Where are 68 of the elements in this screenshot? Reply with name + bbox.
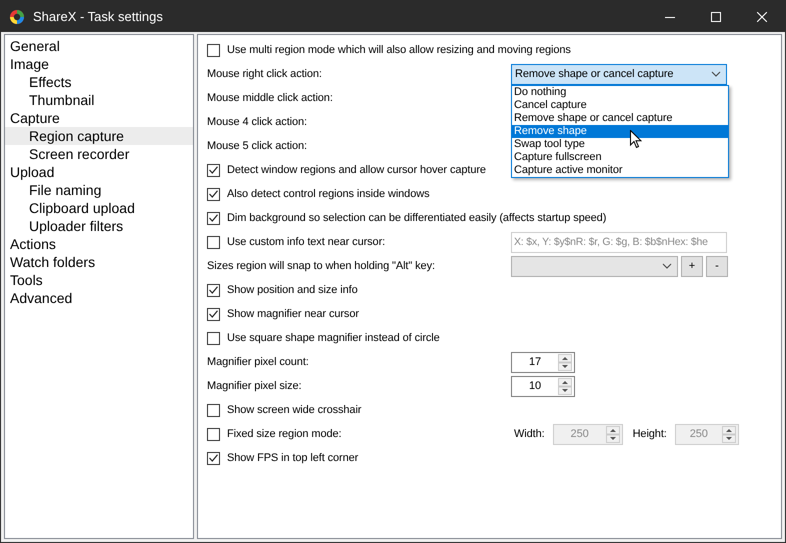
- setting-label: Mouse middle click action:: [207, 92, 333, 104]
- spinner-arrows-icon[interactable]: [722, 426, 736, 442]
- number-spinner[interactable]: 10: [511, 376, 575, 396]
- checkbox[interactable]: [207, 236, 220, 248]
- sidebar-item[interactable]: File naming: [5, 181, 193, 199]
- checkbox[interactable]: [207, 284, 220, 296]
- checkbox-label[interactable]: Show FPS in top left corner: [227, 452, 358, 464]
- sidebar-item[interactable]: Uploader filters: [5, 217, 193, 235]
- sidebar-item[interactable]: Upload: [5, 163, 193, 181]
- sidebar-item[interactable]: Effects: [5, 73, 193, 91]
- dropdown-option[interactable]: Remove shape: [512, 124, 728, 138]
- checkbox[interactable]: [207, 212, 220, 224]
- dropdown-option[interactable]: Do nothing: [512, 86, 728, 98]
- checkbox-label[interactable]: Fixed size region mode:: [227, 428, 342, 440]
- remove-button[interactable]: -: [706, 256, 728, 276]
- checkbox[interactable]: [207, 332, 220, 344]
- checkbox[interactable]: [207, 188, 220, 200]
- setting-label: Magnifier pixel size:: [207, 380, 302, 392]
- checkbox[interactable]: [207, 44, 220, 56]
- sidebar-item[interactable]: Tools: [5, 271, 193, 289]
- app-logo-icon: [9, 8, 25, 24]
- chevron-down-icon[interactable]: [662, 263, 672, 269]
- sidebar-item[interactable]: Capture: [5, 109, 193, 127]
- sidebar-item[interactable]: Watch folders: [5, 253, 193, 271]
- checkbox[interactable]: [207, 308, 220, 320]
- dropdown-option[interactable]: Cancel capture: [512, 98, 728, 112]
- sidebar-item[interactable]: Clipboard upload: [5, 199, 193, 217]
- checkbox-label[interactable]: Show position and size info: [227, 284, 358, 296]
- setting-label: Magnifier pixel count:: [207, 356, 309, 368]
- width-label: Width:: [514, 428, 545, 440]
- spinner-arrows-icon[interactable]: [558, 354, 572, 370]
- window-title: ShareX - Task settings: [33, 9, 164, 24]
- checkbox[interactable]: [207, 452, 220, 464]
- setting-label: Sizes region will snap to when holding "Alt" key:: [207, 260, 435, 272]
- setting-label: Mouse 4 click action:: [207, 116, 307, 128]
- checkbox[interactable]: [207, 428, 220, 440]
- maximize-icon: [711, 12, 721, 22]
- height-label: Height:: [632, 428, 667, 440]
- checkbox[interactable]: [207, 164, 220, 176]
- spinner-arrows-icon[interactable]: [558, 378, 572, 394]
- add-button[interactable]: +: [681, 256, 703, 276]
- dropdown-option[interactable]: Capture active monitor: [512, 164, 728, 176]
- sidebar-item[interactable]: Screen recorder: [5, 145, 193, 163]
- sidebar-item[interactable]: Advanced: [5, 289, 193, 307]
- sidebar-item[interactable]: Region capture: [5, 127, 193, 145]
- setting-label: Mouse 5 click action:: [207, 140, 307, 152]
- sidebar-item[interactable]: Actions: [5, 235, 193, 253]
- number-spinner[interactable]: 17: [511, 352, 575, 372]
- checkbox-label[interactable]: Detect window regions and allow cursor hover capture: [227, 164, 486, 176]
- sidebar-item[interactable]: Thumbnail: [5, 91, 193, 109]
- mouse-cursor-icon: [630, 130, 642, 149]
- checkbox-label[interactable]: Show magnifier near cursor: [227, 308, 359, 320]
- setting-label: Mouse right click action:: [207, 68, 322, 80]
- checkbox-label[interactable]: Use square shape magnifier instead of circle: [227, 332, 440, 344]
- spinner-arrows-icon[interactable]: [606, 426, 620, 442]
- dropdown-option[interactable]: Remove shape or cancel capture: [512, 112, 728, 124]
- sidebar-item[interactable]: General: [5, 37, 193, 55]
- checkbox-label[interactable]: Use multi region mode which will also allow resizing and moving regions: [227, 44, 571, 56]
- close-icon: [757, 12, 767, 22]
- sidebar-item[interactable]: Image: [5, 55, 193, 73]
- checkbox-label[interactable]: Use custom info text near cursor:: [227, 236, 386, 248]
- checkbox-label[interactable]: Dim background so selection can be differentiated easily (affects startup speed): [227, 212, 606, 224]
- dropdown-option[interactable]: Swap tool type: [512, 138, 728, 150]
- checkbox[interactable]: [207, 404, 220, 416]
- checkbox-label[interactable]: Also detect control regions inside windows: [227, 188, 430, 200]
- checkbox-label[interactable]: Show screen wide crosshair: [227, 404, 362, 416]
- dropdown-option[interactable]: Capture fullscreen: [512, 150, 728, 164]
- chevron-down-icon[interactable]: [711, 71, 721, 77]
